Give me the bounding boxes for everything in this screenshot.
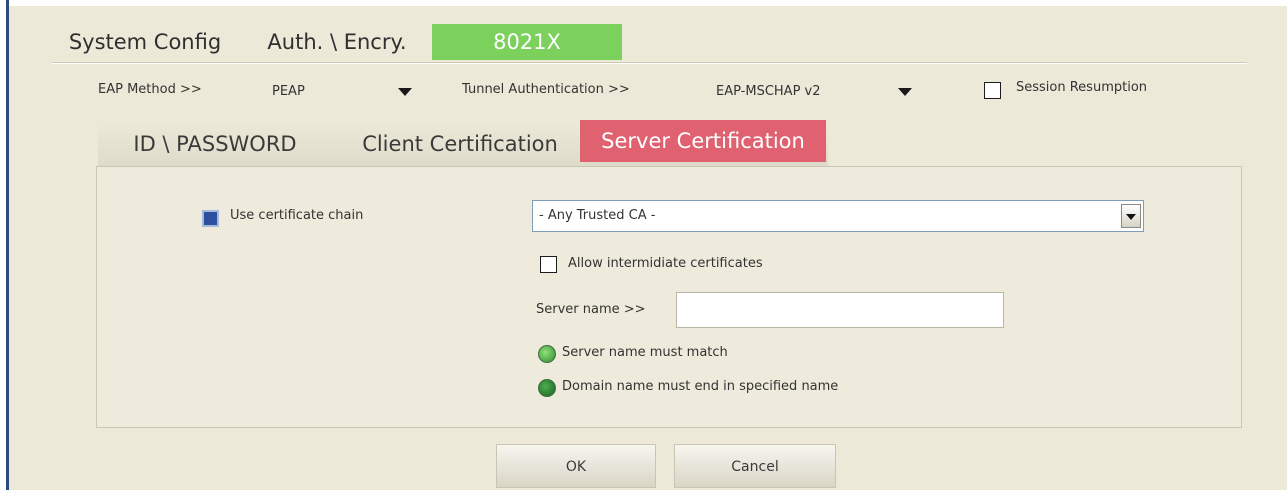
tab-server-certification[interactable]: Server Certification (580, 120, 826, 162)
tunnel-auth-label: Tunnel Authentication >> (462, 82, 630, 97)
allow-intermediate-label: Allow intermidiate certificates (568, 256, 763, 271)
tab-auth-encry[interactable]: Auth. \ Encry. (248, 22, 426, 62)
tunnel-auth-dropdown[interactable]: EAP-MSCHAP v2 (716, 84, 821, 99)
trusted-ca-value: - Any Trusted CA - (539, 208, 656, 223)
allow-intermediate-checkbox[interactable] (540, 256, 557, 273)
eap-method-label: EAP Method >> (98, 82, 202, 97)
dropdown-button[interactable] (1121, 204, 1141, 228)
tab-id-password[interactable]: ID \ PASSWORD (110, 122, 320, 166)
chevron-down-icon[interactable] (898, 88, 912, 96)
domain-name-end-label: Domain name must end in specified name (562, 379, 839, 394)
domain-name-end-radio[interactable] (538, 379, 556, 397)
server-name-label: Server name >> (536, 302, 646, 317)
tab-8021x[interactable]: 8021X (432, 24, 622, 60)
cancel-button[interactable]: Cancel (674, 444, 836, 488)
tab-client-certification[interactable]: Client Certification (340, 122, 580, 166)
server-name-input[interactable] (676, 292, 1004, 328)
server-name-match-label: Server name must match (562, 345, 728, 360)
chevron-down-icon (1126, 214, 1136, 220)
session-resumption-checkbox[interactable] (984, 82, 1001, 99)
server-name-match-radio[interactable] (538, 345, 556, 363)
ok-button[interactable]: OK (496, 444, 656, 488)
use-certificate-chain-label: Use certificate chain (230, 208, 364, 223)
eap-method-dropdown[interactable]: PEAP (272, 84, 305, 99)
session-resumption-label: Session Resumption (1016, 80, 1148, 95)
divider (52, 63, 1247, 64)
tab-system-config[interactable]: System Config (56, 22, 234, 62)
chevron-down-icon[interactable] (398, 88, 412, 96)
use-certificate-chain-checkbox[interactable] (202, 210, 219, 227)
trusted-ca-select[interactable]: - Any Trusted CA - (532, 200, 1144, 232)
